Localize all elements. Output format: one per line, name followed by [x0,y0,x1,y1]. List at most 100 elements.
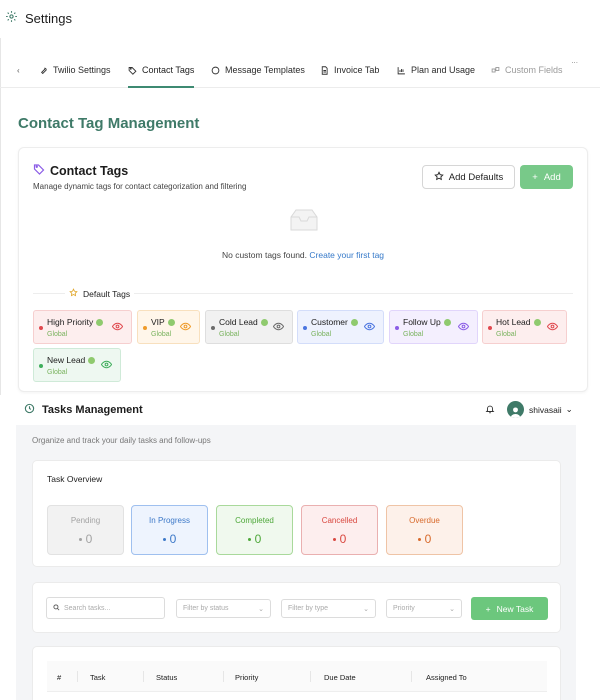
add-tag-button[interactable]: + Add [520,165,573,189]
type-filter-select[interactable]: Filter by type ⌄ [281,599,376,618]
stat-label: Cancelled [321,516,358,525]
fields-icon [491,65,500,77]
add-defaults-label: Add Defaults [448,171,504,183]
add-tag-label: Add [543,171,561,183]
stat-card[interactable]: In Progress 0 [131,505,208,555]
tag-scope: Global [311,331,332,338]
create-first-tag-link[interactable]: Create your first tag [309,250,384,260]
overview-title: Task Overview [47,474,103,484]
stat-count: 0 [254,532,262,546]
global-badge-icon [167,318,175,326]
clock-icon [24,403,35,417]
default-tags-heading: Default Tags [65,288,135,299]
chevron-down-icon: ⌄ [258,605,264,613]
column-header-index[interactable]: # [57,673,61,682]
tag-chip[interactable]: VIP Global [137,310,200,344]
column-divider [310,671,311,682]
column-header-assigned-to[interactable]: Assigned To [426,673,467,682]
eye-icon[interactable] [273,322,284,331]
status-filter-select[interactable]: Filter by status ⌄ [176,599,271,618]
select-value: Priority [393,605,415,612]
tab-label: Twilio Settings [53,65,111,75]
stat-dot [332,538,336,542]
eye-icon[interactable] [458,322,469,331]
task-overview-card: Task Overview Pending 0 In Progress 0 Comple… [32,460,561,567]
page-title: Contact Tag Management [18,115,200,132]
eye-icon[interactable] [364,322,375,331]
tag-color-dot [303,326,307,330]
column-header-due-date[interactable]: Due Date [324,673,356,682]
wrench-icon [39,65,48,77]
tag-chip[interactable]: Customer Global [297,310,384,344]
tag-chip[interactable]: High Priority Global [33,310,132,344]
column-header-status[interactable]: Status [156,673,177,682]
tag-icon [128,65,137,77]
tab-twilio-settings[interactable]: Twilio Settings [39,52,111,88]
bell-icon[interactable] [485,404,495,414]
tag-scope: Global [403,331,424,338]
gear-icon [5,10,18,26]
right-margin [576,395,600,700]
empty-state-text: No custom tags found. Create your first … [19,250,587,260]
eye-icon[interactable] [101,360,112,369]
stat-card[interactable]: Completed 0 [216,505,293,555]
tag-icon [33,163,45,178]
tab-contact-tags[interactable]: Contact Tags [128,52,195,88]
priority-filter-select[interactable]: Priority ⌄ [386,599,462,618]
stat-dot [78,538,82,542]
tag-chip[interactable]: Hot Lead Global [482,310,567,344]
tab-label: Contact Tags [142,65,195,75]
tab-custom-fields[interactable]: Custom Fields [491,52,563,88]
tag-name: Follow Up [403,317,451,327]
tag-name-text: Hot Lead [496,317,531,327]
tag-name-text: High Priority [47,317,94,327]
tab-more-indicator[interactable]: ... [571,56,578,65]
search-input[interactable]: Search tasks... [46,597,165,619]
stat-dot [247,538,251,542]
bar-chart-icon [397,65,406,77]
global-badge-icon [88,356,96,364]
column-header-task[interactable]: Task [90,673,105,682]
user-menu[interactable]: shivasaii ⌄ [529,404,573,415]
stat-count: 0 [424,532,432,546]
eye-icon[interactable] [547,322,558,331]
eye-icon[interactable] [112,322,123,331]
tasks-title-text: Tasks Management [42,404,143,416]
stat-card[interactable]: Overdue 0 [386,505,463,555]
stat-count: 0 [339,532,347,546]
eye-icon[interactable] [180,322,191,331]
column-divider [411,671,412,682]
stat-card[interactable]: Cancelled 0 [301,505,378,555]
chevron-down-icon: ⌄ [565,404,573,414]
filter-bar: Search tasks... Filter by status ⌄ Filte… [32,582,561,633]
tag-chip[interactable]: Cold Lead Global [205,310,293,344]
tag-scope: Global [47,369,68,376]
stat-value: 0 [217,532,292,546]
new-task-button[interactable]: + New Task [471,597,548,620]
tab-plan-and-usage[interactable]: Plan and Usage [397,52,475,88]
tab-scroll-left-indicator[interactable]: ‹ [17,66,20,75]
tab-invoice[interactable]: Invoice Tab [320,52,379,88]
settings-screen: Settings Twilio Settings Contact Tags Me… [0,0,600,395]
chevron-down-icon: ⌄ [449,605,455,613]
user-icon [510,407,521,418]
tab-label: Custom Fields [505,65,563,75]
stat-count: 0 [85,532,93,546]
avatar[interactable] [507,401,524,418]
tag-chip[interactable]: Follow Up Global [389,310,478,344]
column-divider [143,671,144,682]
star-icon [434,170,444,184]
tag-color-dot [211,326,215,330]
tag-name: High Priority [47,317,104,327]
add-defaults-button[interactable]: Add Defaults [422,165,515,189]
stat-card[interactable]: Pending 0 [47,505,124,555]
column-header-priority[interactable]: Priority [235,673,258,682]
settings-header: Settings [5,10,72,26]
select-value: Filter by type [288,605,329,612]
tag-scope: Global [219,331,240,338]
search-placeholder: Search tasks... [64,604,111,612]
stat-value: 0 [132,532,207,546]
tasks-title: Tasks Management [24,403,143,417]
tag-chip[interactable]: New Lead Global [33,348,121,382]
tab-message-templates[interactable]: Message Templates [211,52,305,88]
